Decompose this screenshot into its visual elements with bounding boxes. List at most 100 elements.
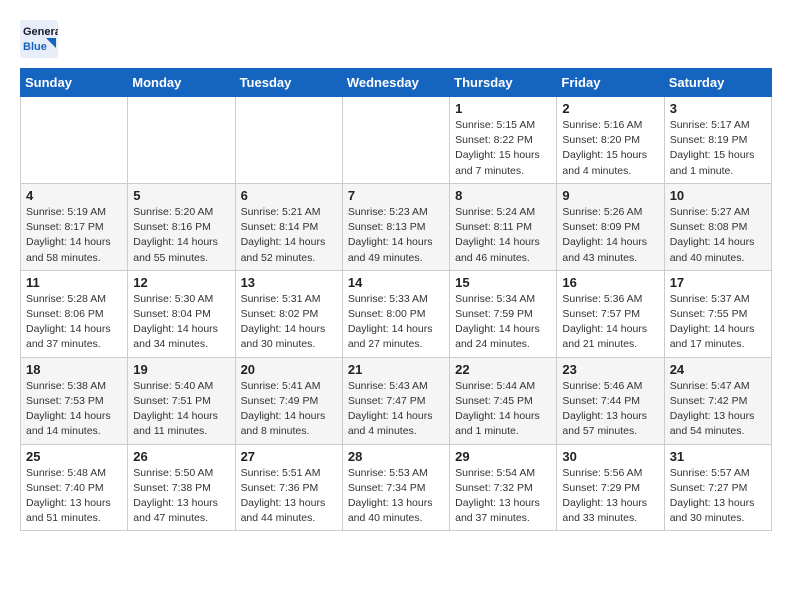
day-number: 6	[241, 188, 337, 203]
day-number: 30	[562, 449, 658, 464]
day-number: 3	[670, 101, 766, 116]
day-info: Sunrise: 5:47 AMSunset: 7:42 PMDaylight:…	[670, 379, 766, 440]
calendar-cell: 2Sunrise: 5:16 AMSunset: 8:20 PMDaylight…	[557, 97, 664, 184]
calendar-cell: 30 Sunrise: 5:56 AMSunset: 7:29 PMDayligh…	[557, 444, 664, 531]
svg-text:General: General	[23, 26, 58, 38]
day-info: Sunrise: 5:34 AMSunset: 7:59 PMDaylight:…	[455, 292, 551, 353]
calendar-cell: 18Sunrise: 5:38 AMSunset: 7:53 PMDayligh…	[21, 357, 128, 444]
calendar-cell: 26Sunrise: 5:50 AMSunset: 7:38 PMDayligh…	[128, 444, 235, 531]
weekday-header-tuesday: Tuesday	[235, 69, 342, 97]
week-row-1: 1 Sunrise: 5:15 AMSunset: 8:22 PMDaylight…	[21, 97, 772, 184]
calendar-cell	[342, 97, 449, 184]
day-info: Sunrise: 5:28 AMSunset: 8:06 PMDaylight:…	[26, 292, 122, 353]
day-info: Sunrise: 5:56 AMSunset: 7:29 PMDaylight:…	[562, 466, 658, 527]
day-info: Sunrise: 5:15 AMSunset: 8:22 PMDaylight:…	[455, 118, 551, 179]
day-info: Sunrise: 5:43 AMSunset: 7:47 PMDaylight:…	[348, 379, 444, 440]
calendar-cell: 4 Sunrise: 5:19 AMSunset: 8:17 PMDaylight…	[21, 183, 128, 270]
day-info: Sunrise: 5:30 AMSunset: 8:04 PMDaylight:…	[133, 292, 229, 353]
day-info: Sunrise: 5:37 AMSunset: 7:55 PMDaylight:…	[670, 292, 766, 353]
weekday-header-sunday: Sunday	[21, 69, 128, 97]
day-number: 14	[348, 275, 444, 290]
calendar-cell: 6Sunrise: 5:21 AMSunset: 8:14 PMDaylight…	[235, 183, 342, 270]
calendar-cell: 7 Sunrise: 5:23 AMSunset: 8:13 PMDaylight…	[342, 183, 449, 270]
day-number: 5	[133, 188, 229, 203]
day-number: 23	[562, 362, 658, 377]
calendar-cell: 12 Sunrise: 5:30 AMSunset: 8:04 PMDayligh…	[128, 270, 235, 357]
day-info: Sunrise: 5:38 AMSunset: 7:53 PMDaylight:…	[26, 379, 122, 440]
day-info: Sunrise: 5:44 AMSunset: 7:45 PMDaylight:…	[455, 379, 551, 440]
day-number: 24	[670, 362, 766, 377]
weekday-header-wednesday: Wednesday	[342, 69, 449, 97]
day-info: Sunrise: 5:53 AMSunset: 7:34 PMDaylight:…	[348, 466, 444, 527]
calendar: SundayMondayTuesdayWednesdayThursdayFrid…	[20, 68, 772, 531]
day-number: 28	[348, 449, 444, 464]
day-info: Sunrise: 5:46 AMSunset: 7:44 PMDaylight:…	[562, 379, 658, 440]
svg-text:Blue: Blue	[23, 41, 47, 53]
day-number: 27	[241, 449, 337, 464]
day-number: 15	[455, 275, 551, 290]
calendar-cell: 14 Sunrise: 5:33 AMSunset: 8:00 PMDayligh…	[342, 270, 449, 357]
day-info: Sunrise: 5:48 AMSunset: 7:40 PMDaylight:…	[26, 466, 122, 527]
day-number: 7	[348, 188, 444, 203]
calendar-cell: 1 Sunrise: 5:15 AMSunset: 8:22 PMDaylight…	[450, 97, 557, 184]
weekday-header-saturday: Saturday	[664, 69, 771, 97]
calendar-cell: 31 Sunrise: 5:57 AMSunset: 7:27 PMDayligh…	[664, 444, 771, 531]
day-info: Sunrise: 5:33 AMSunset: 8:00 PMDaylight:…	[348, 292, 444, 353]
calendar-cell: 24 Sunrise: 5:47 AMSunset: 7:42 PMDayligh…	[664, 357, 771, 444]
day-number: 21	[348, 362, 444, 377]
day-info: Sunrise: 5:54 AMSunset: 7:32 PMDaylight:…	[455, 466, 551, 527]
day-number: 17	[670, 275, 766, 290]
day-number: 25	[26, 449, 122, 464]
day-info: Sunrise: 5:50 AMSunset: 7:38 PMDaylight:…	[133, 466, 229, 527]
day-number: 31	[670, 449, 766, 464]
calendar-cell: 19 Sunrise: 5:40 AMSunset: 7:51 PMDayligh…	[128, 357, 235, 444]
day-info: Sunrise: 5:26 AMSunset: 8:09 PMDaylight:…	[562, 205, 658, 266]
header: General Blue	[20, 20, 772, 58]
calendar-cell: 20 Sunrise: 5:41 AMSunset: 7:49 PMDayligh…	[235, 357, 342, 444]
day-info: Sunrise: 5:41 AMSunset: 7:49 PMDaylight:…	[241, 379, 337, 440]
day-info: Sunrise: 5:23 AMSunset: 8:13 PMDaylight:…	[348, 205, 444, 266]
day-info: Sunrise: 5:16 AMSunset: 8:20 PMDaylight:…	[562, 118, 658, 179]
logo-icon: General Blue	[20, 20, 58, 58]
calendar-cell: 17 Sunrise: 5:37 AMSunset: 7:55 PMDayligh…	[664, 270, 771, 357]
day-info: Sunrise: 5:51 AMSunset: 7:36 PMDaylight:…	[241, 466, 337, 527]
day-info: Sunrise: 5:20 AMSunset: 8:16 PMDaylight:…	[133, 205, 229, 266]
calendar-cell: 23 Sunrise: 5:46 AMSunset: 7:44 PMDayligh…	[557, 357, 664, 444]
day-number: 1	[455, 101, 551, 116]
day-number: 10	[670, 188, 766, 203]
calendar-cell: 22Sunrise: 5:44 AMSunset: 7:45 PMDayligh…	[450, 357, 557, 444]
calendar-cell: 15 Sunrise: 5:34 AMSunset: 7:59 PMDayligh…	[450, 270, 557, 357]
calendar-cell: 21 Sunrise: 5:43 AMSunset: 7:47 PMDayligh…	[342, 357, 449, 444]
calendar-cell: 10 Sunrise: 5:27 AMSunset: 8:08 PMDayligh…	[664, 183, 771, 270]
day-info: Sunrise: 5:17 AMSunset: 8:19 PMDaylight:…	[670, 118, 766, 179]
weekday-header-monday: Monday	[128, 69, 235, 97]
calendar-cell: 5 Sunrise: 5:20 AMSunset: 8:16 PMDaylight…	[128, 183, 235, 270]
day-info: Sunrise: 5:57 AMSunset: 7:27 PMDaylight:…	[670, 466, 766, 527]
day-number: 13	[241, 275, 337, 290]
calendar-cell: 11Sunrise: 5:28 AMSunset: 8:06 PMDayligh…	[21, 270, 128, 357]
calendar-cell: 27 Sunrise: 5:51 AMSunset: 7:36 PMDayligh…	[235, 444, 342, 531]
day-number: 29	[455, 449, 551, 464]
calendar-cell: 25 Sunrise: 5:48 AMSunset: 7:40 PMDayligh…	[21, 444, 128, 531]
week-row-2: 4 Sunrise: 5:19 AMSunset: 8:17 PMDaylight…	[21, 183, 772, 270]
weekday-header-row: SundayMondayTuesdayWednesdayThursdayFrid…	[21, 69, 772, 97]
day-info: Sunrise: 5:19 AMSunset: 8:17 PMDaylight:…	[26, 205, 122, 266]
week-row-4: 18Sunrise: 5:38 AMSunset: 7:53 PMDayligh…	[21, 357, 772, 444]
calendar-cell	[128, 97, 235, 184]
week-row-5: 25 Sunrise: 5:48 AMSunset: 7:40 PMDayligh…	[21, 444, 772, 531]
day-info: Sunrise: 5:36 AMSunset: 7:57 PMDaylight:…	[562, 292, 658, 353]
day-info: Sunrise: 5:27 AMSunset: 8:08 PMDaylight:…	[670, 205, 766, 266]
calendar-cell: 16 Sunrise: 5:36 AMSunset: 7:57 PMDayligh…	[557, 270, 664, 357]
logo: General Blue	[20, 20, 58, 58]
calendar-cell: 28 Sunrise: 5:53 AMSunset: 7:34 PMDayligh…	[342, 444, 449, 531]
day-number: 4	[26, 188, 122, 203]
calendar-cell: 9 Sunrise: 5:26 AMSunset: 8:09 PMDaylight…	[557, 183, 664, 270]
calendar-cell: 13Sunrise: 5:31 AMSunset: 8:02 PMDayligh…	[235, 270, 342, 357]
day-number: 20	[241, 362, 337, 377]
day-number: 16	[562, 275, 658, 290]
day-number: 8	[455, 188, 551, 203]
day-number: 9	[562, 188, 658, 203]
day-number: 12	[133, 275, 229, 290]
day-info: Sunrise: 5:40 AMSunset: 7:51 PMDaylight:…	[133, 379, 229, 440]
day-number: 19	[133, 362, 229, 377]
